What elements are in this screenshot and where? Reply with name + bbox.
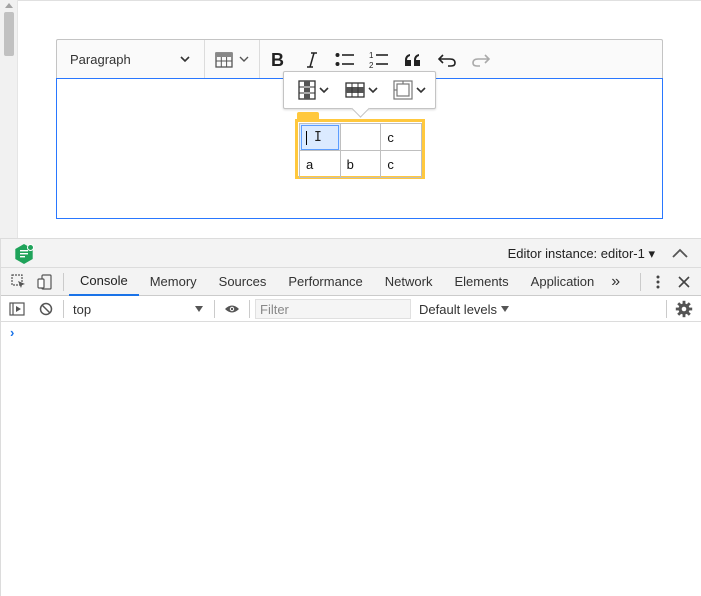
devtools-left-border (0, 238, 1, 596)
chevron-down-icon (415, 86, 426, 93)
device-mode-icon (37, 273, 52, 290)
tab-separator (640, 272, 642, 291)
table-cell-selected[interactable]: I (299, 123, 341, 151)
svg-text:2: 2 (369, 61, 374, 69)
ibeam-cursor-icon: I (314, 130, 322, 145)
close-devtools-button[interactable] (670, 268, 698, 296)
table-cell[interactable] (339, 123, 382, 151)
context-label: top (73, 301, 92, 317)
dropdown-arrow-icon (195, 306, 203, 312)
redo-icon (472, 53, 490, 67)
undo-icon (438, 53, 456, 67)
scroll-up-arrow-icon[interactable] (5, 3, 13, 8)
italic-icon (307, 51, 317, 68)
svg-text:B: B (271, 52, 284, 68)
svg-text:1: 1 (369, 51, 374, 60)
page-scrollbar[interactable] (0, 0, 18, 238)
close-icon (678, 275, 690, 288)
console-prompt[interactable]: › (10, 325, 14, 340)
table-cell[interactable]: c (380, 150, 422, 178)
live-expression-button[interactable] (220, 295, 244, 323)
page-top-border (18, 0, 701, 1)
ckeditor-inspector-logo-icon (15, 244, 34, 264)
content-table: I c a b c (299, 123, 422, 178)
table-icon (215, 51, 233, 68)
bulleted-list-icon (335, 52, 354, 66)
bold-icon: B (271, 52, 284, 68)
merge-cells-icon (392, 80, 413, 100)
chevron-down-icon (239, 56, 249, 62)
eye-icon (225, 305, 239, 313)
more-tabs-button[interactable]: » (605, 268, 626, 296)
log-levels-dropdown[interactable]: Default levels (419, 301, 510, 317)
table-cell[interactable]: b (339, 150, 382, 178)
text-caret (306, 130, 307, 145)
insert-table-button[interactable] (205, 40, 259, 80)
chevron-down-icon (180, 56, 190, 63)
table-cell[interactable]: c (380, 123, 422, 151)
dropdown-arrow-icon (501, 306, 510, 312)
numbered-list-icon: 12 (369, 51, 388, 69)
heading-dropdown[interactable]: Paragraph (57, 39, 205, 80)
console-toolbar: top Filter Default levels (0, 297, 701, 322)
tab-sources[interactable]: Sources (208, 268, 278, 296)
toolbar-separator (666, 300, 667, 318)
toolbar-separator (63, 300, 64, 318)
redo-button[interactable] (464, 40, 498, 80)
log-levels-label: Default levels (419, 301, 498, 317)
tab-application[interactable]: Application (520, 268, 606, 296)
toolbar-separator (214, 300, 215, 318)
table-column-button[interactable] (289, 72, 337, 108)
table-row: a b c (299, 150, 422, 178)
devtools-tab-bar: Console Memory Sources Performance Netwo… (0, 268, 701, 296)
table-widget[interactable]: I c a b c (295, 119, 425, 179)
table-row: I c (299, 123, 422, 151)
table-select-handle[interactable] (297, 112, 319, 119)
table-row-icon (344, 82, 365, 98)
device-toolbar-button[interactable] (32, 268, 58, 296)
tab-memory[interactable]: Memory (139, 268, 208, 296)
sidebar-play-icon (9, 302, 25, 316)
devtools-menu-button[interactable] (646, 268, 670, 296)
inspect-element-icon (11, 273, 25, 288)
clear-console-button[interactable] (34, 295, 58, 323)
chevron-up-icon[interactable] (671, 245, 689, 263)
chevron-down-icon (318, 86, 329, 93)
kebab-menu-icon (656, 275, 660, 288)
show-sidebar-button[interactable] (0, 295, 34, 323)
quote-icon (405, 53, 420, 66)
toolbar-separator (249, 300, 250, 318)
table-column-icon (297, 80, 316, 100)
tab-elements[interactable]: Elements (443, 268, 519, 296)
editor-instance-selector[interactable]: Editor instance: editor-1 ▾ (508, 246, 655, 262)
chevron-down-icon (367, 86, 378, 93)
tab-separator (63, 272, 64, 291)
tab-performance[interactable]: Performance (277, 268, 373, 296)
inspect-element-button[interactable] (6, 268, 32, 296)
table-cell[interactable]: a (299, 150, 341, 178)
editor-inspector-bar: Editor instance: editor-1 ▾ (0, 238, 701, 268)
gear-icon[interactable] (675, 300, 693, 318)
block-icon (39, 302, 53, 316)
scrollbar-thumb[interactable] (4, 12, 14, 56)
tab-console[interactable]: Console (69, 268, 139, 296)
heading-dropdown-label: Paragraph (70, 52, 131, 67)
console-output[interactable] (0, 322, 701, 596)
table-row-button[interactable] (337, 72, 385, 108)
tab-network[interactable]: Network (374, 268, 444, 296)
context-selector[interactable]: top (69, 299, 209, 319)
table-balloon-toolbar (283, 71, 436, 109)
merge-cells-button[interactable] (385, 72, 433, 108)
console-filter-input[interactable]: Filter (255, 299, 411, 319)
